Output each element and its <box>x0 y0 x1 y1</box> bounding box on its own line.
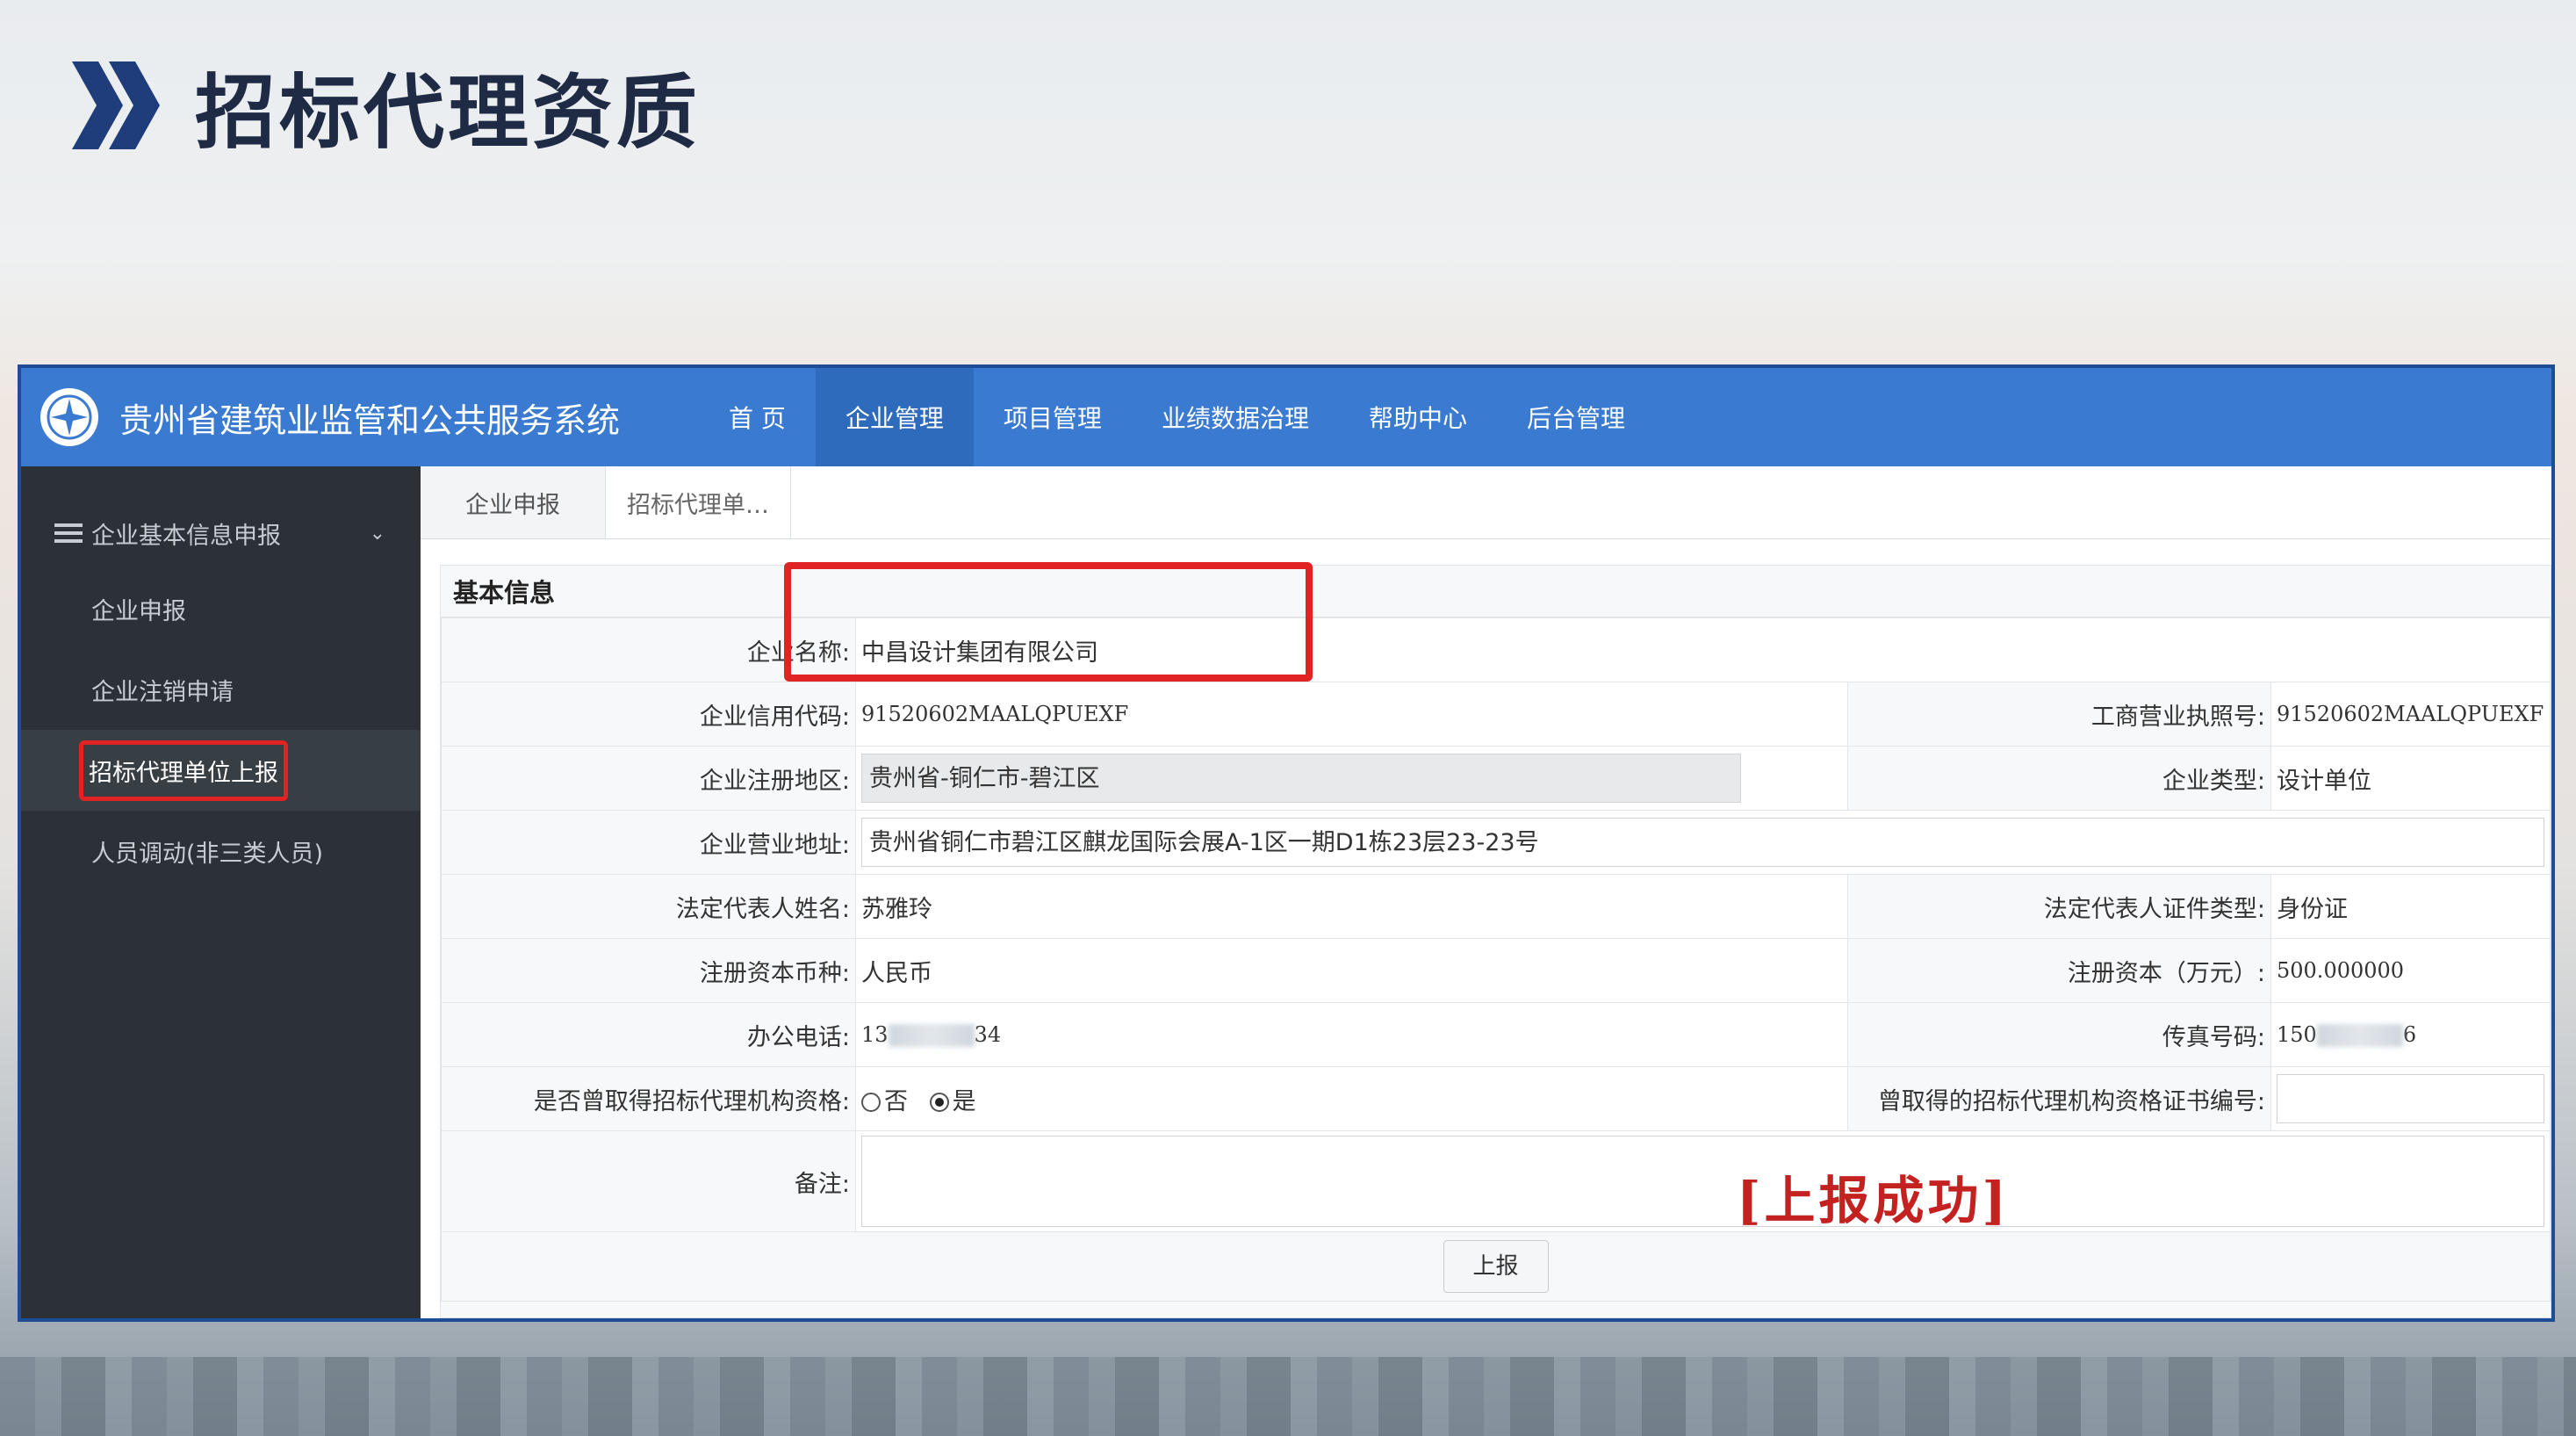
fax-prefix: 150 <box>2277 1021 2317 1047</box>
menu-icon <box>54 523 83 543</box>
fax-suffix: 6 <box>2402 1021 2417 1047</box>
tab-enterprise-report[interactable]: 企业申报 <box>421 466 606 538</box>
id-type-label: 法定代表人证件类型: <box>1847 874 2271 939</box>
qualified-label: 是否曾取得招标代理机构资格: <box>441 1066 856 1131</box>
form-row: 注册资本币种: 人民币 注册资本（万元）: 500.000000 <box>441 938 2551 1003</box>
city-skyline-background <box>0 1357 2576 1436</box>
submit-cell: 上报 <box>441 1231 2551 1302</box>
phone-value: 13 34 <box>855 1002 1848 1067</box>
highlight-box-sidebar: 招标代理单位上报 <box>79 740 288 801</box>
system-logo-icon <box>40 388 98 446</box>
submit-button[interactable]: 上报 <box>1443 1240 1549 1293</box>
credit-code-value: 91520602MAALQPUEXF <box>855 682 1848 747</box>
reg-area-cell: 贵州省-铜仁市-碧江区 <box>855 746 1848 811</box>
phone-prefix: 13 <box>861 1021 889 1047</box>
sidebar-item-cancel-request[interactable]: 企业注销申请 <box>21 649 421 730</box>
form-row: 是否曾取得招标代理机构资格: 否 是 曾取得的招标代理机构资格证书编号: <box>441 1066 2551 1131</box>
credit-code-label: 企业信用代码: <box>441 682 856 747</box>
nav-home[interactable]: 首 页 <box>699 368 816 466</box>
nav-admin[interactable]: 后台管理 <box>1497 368 1655 466</box>
license-no-value: 91520602MAALQPUEXF <box>2270 682 2551 747</box>
form-row: 办公电话: 13 34 传真号码: 150 6 <box>441 1002 2551 1067</box>
company-type-value: 设计单位 <box>2270 746 2551 811</box>
redacted-blur <box>888 1024 975 1048</box>
form-row: 备注: <box>441 1130 2551 1232</box>
fax-value: 150 6 <box>2270 1002 2551 1067</box>
sidebar: 企业基本信息申报 ⌄ 企业申报 企业注销申请 招标代理单位上报 人员调动(非三类… <box>21 466 421 1318</box>
remark-cell <box>855 1130 2551 1232</box>
radio-no[interactable] <box>861 1093 881 1112</box>
cert-no-label: 曾取得的招标代理机构资格证书编号: <box>1847 1066 2271 1131</box>
app-window: 贵州省建筑业监管和公共服务系统 首 页 企业管理 项目管理 业绩数据治理 帮助中… <box>18 364 2555 1322</box>
double-chevron-icon <box>72 61 160 149</box>
basic-info-form: 企业名称: 中昌设计集团有限公司 企业信用代码: 91520602MAALQPU… <box>441 617 2551 1302</box>
company-type-label: 企业类型: <box>1847 746 2271 811</box>
nav-performance-data[interactable]: 业绩数据治理 <box>1132 368 1339 466</box>
tab-agency-report[interactable]: 招标代理单… <box>606 466 791 538</box>
sidebar-group-label: 企业基本信息申报 <box>91 522 281 550</box>
radio-no-label: 否 <box>884 1087 908 1115</box>
sidebar-item-label: 招标代理单位上报 <box>89 759 278 787</box>
legal-rep-value: 苏雅玲 <box>855 874 1848 939</box>
address-label: 企业营业地址: <box>441 810 856 875</box>
sidebar-item-enterprise-report[interactable]: 企业申报 <box>21 568 421 649</box>
cert-no-input[interactable] <box>2277 1074 2544 1123</box>
qualified-radio-group: 否 是 <box>855 1066 1848 1131</box>
form-row: 上报 <box>441 1231 2551 1302</box>
top-bar: 贵州省建筑业监管和公共服务系统 首 页 企业管理 项目管理 业绩数据治理 帮助中… <box>21 368 2551 466</box>
remark-textarea[interactable] <box>861 1136 2544 1227</box>
legal-rep-label: 法定代表人姓名: <box>441 874 856 939</box>
currency-value: 人民币 <box>855 938 1848 1003</box>
form-row: 企业信用代码: 91520602MAALQPUEXF 工商营业执照号: 9152… <box>441 682 2551 747</box>
remark-label: 备注: <box>441 1130 856 1232</box>
fax-label: 传真号码: <box>1847 1002 2271 1067</box>
nav-help-center[interactable]: 帮助中心 <box>1339 368 1497 466</box>
currency-label: 注册资本币种: <box>441 938 856 1003</box>
basic-info-panel: 基本信息 企业名称: 中昌设计集团有限公司 企业信用代码: 91520602MA… <box>440 565 2551 1318</box>
section-title: 基本信息 <box>441 566 2551 617</box>
phone-label: 办公电话: <box>441 1002 856 1067</box>
slide-title: 招标代理资质 <box>195 65 702 160</box>
id-type-value: 身份证 <box>2270 874 2551 939</box>
radio-yes[interactable] <box>929 1093 949 1112</box>
form-row: 企业名称: 中昌设计集团有限公司 <box>441 617 2551 682</box>
system-name: 贵州省建筑业监管和公共服务系统 <box>119 400 621 440</box>
chevron-down-icon: ⌄ <box>369 522 385 545</box>
main-content: 企业申报 招标代理单… 基本信息 企业名称: 中昌设计集团有限公司 企业信用代码… <box>421 466 2551 1318</box>
success-stamp: [上报成功] <box>1737 1171 2010 1230</box>
sidebar-item-agency-report[interactable]: 招标代理单位上报 <box>21 730 421 811</box>
address-field[interactable]: 贵州省铜仁市碧江区麒龙国际会展A-1区一期D1栋23层23-23号 <box>861 818 2544 867</box>
reg-area-label: 企业注册地区: <box>441 746 856 811</box>
nav-enterprise-management[interactable]: 企业管理 <box>815 368 974 466</box>
capital-label: 注册资本（万元）: <box>1847 938 2271 1003</box>
slide-title-row: 招标代理资质 <box>72 53 701 160</box>
nav-project-management[interactable]: 项目管理 <box>974 368 1132 466</box>
phone-suffix: 34 <box>974 1021 1002 1047</box>
license-no-label: 工商营业执照号: <box>1847 682 2271 747</box>
highlight-box-company-name <box>784 562 1313 682</box>
main-nav: 首 页 企业管理 项目管理 业绩数据治理 帮助中心 后台管理 <box>699 368 1655 466</box>
reg-area-field: 贵州省-铜仁市-碧江区 <box>861 754 1741 803</box>
sidebar-item-staff-transfer[interactable]: 人员调动(非三类人员) <box>21 811 421 891</box>
cert-no-cell <box>2270 1066 2551 1131</box>
form-row: 企业注册地区: 贵州省-铜仁市-碧江区 企业类型: 设计单位 <box>441 746 2551 811</box>
capital-value: 500.000000 <box>2270 938 2551 1003</box>
tab-bar: 企业申报 招标代理单… <box>421 466 2551 539</box>
form-row: 企业营业地址: 贵州省铜仁市碧江区麒龙国际会展A-1区一期D1栋23层23-23… <box>441 810 2551 875</box>
form-row: 法定代表人姓名: 苏雅玲 法定代表人证件类型: 身份证 <box>441 874 2551 939</box>
sidebar-group-basic-info[interactable]: 企业基本信息申报 ⌄ <box>21 498 421 568</box>
radio-yes-label: 是 <box>952 1087 976 1115</box>
redacted-blur <box>2316 1024 2403 1048</box>
address-cell: 贵州省铜仁市碧江区麒龙国际会展A-1区一期D1栋23层23-23号 <box>855 810 2551 875</box>
